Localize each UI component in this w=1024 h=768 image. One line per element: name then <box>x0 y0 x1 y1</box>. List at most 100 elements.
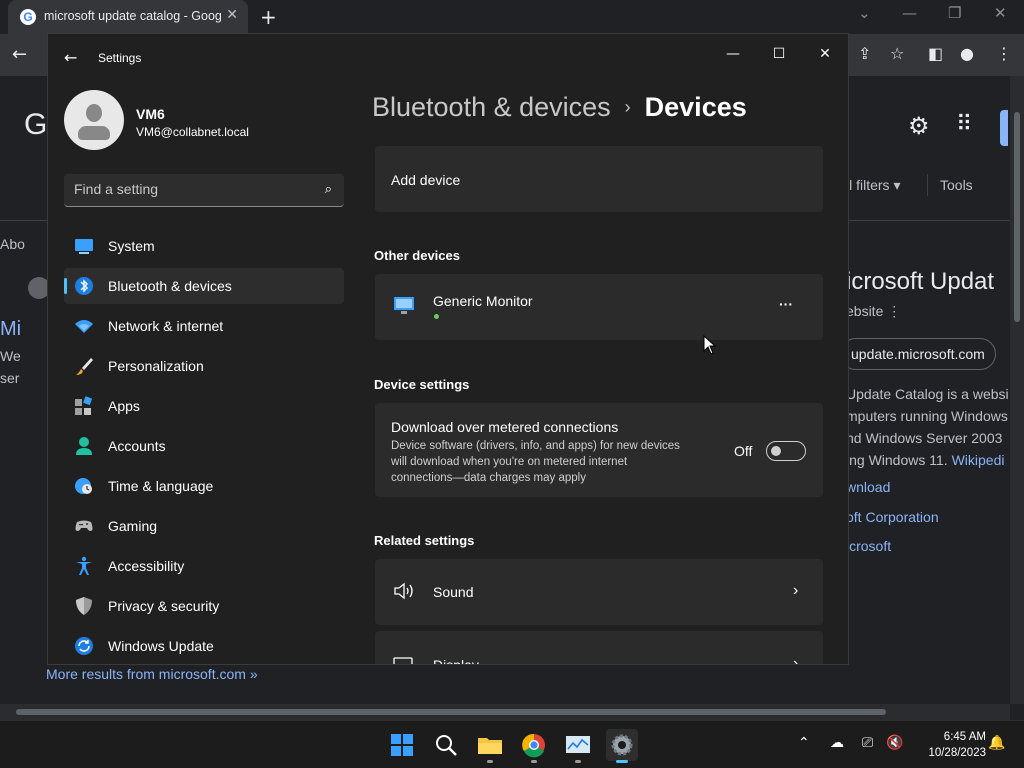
more-results-link[interactable]: More results from microsoft.com » <box>46 666 258 682</box>
clock-time: 6:45 AM <box>943 731 986 743</box>
device-settings-header: Device settings <box>374 377 470 392</box>
sidebar-item-label: System <box>108 238 155 254</box>
left-text-fragment: Abo <box>0 236 25 252</box>
chevron-up-icon[interactable]: ⌃ <box>798 735 810 751</box>
device-card-generic-monitor[interactable]: Generic Monitor ··· <box>375 274 823 340</box>
breadcrumb-parent[interactable]: Bluetooth & devices <box>372 92 611 122</box>
sidebar-item-windows-update[interactable]: Windows Update <box>64 628 344 664</box>
sidebar-item-bluetooth-devices[interactable]: Bluetooth & devices <box>64 268 344 304</box>
device-name: Generic Monitor <box>433 293 533 309</box>
tools-button[interactable]: Tools <box>940 177 973 193</box>
browser-menu-icon[interactable]: ⋮ <box>996 44 1012 63</box>
settings-search[interactable]: ⌕ <box>64 174 344 207</box>
performance-monitor-button[interactable] <box>562 729 594 763</box>
file-explorer-button[interactable] <box>474 729 506 763</box>
sidebar-item-time-language[interactable]: Time & language <box>64 468 344 504</box>
restore-browser-icon[interactable]: ❐ <box>948 4 961 22</box>
start-button[interactable] <box>386 729 418 761</box>
scrollbar-thumb[interactable] <box>1014 112 1020 322</box>
close-button[interactable]: ✕ <box>807 40 843 68</box>
vertical-scrollbar[interactable] <box>1010 76 1024 704</box>
monitor-icon <box>394 297 414 314</box>
microsoft-link[interactable]: icrosoft <box>846 538 891 554</box>
google-logo[interactable]: G <box>24 108 47 142</box>
sidebar-item-accounts[interactable]: Accounts <box>64 428 344 464</box>
metered-connections-card: Download over metered connections Device… <box>375 403 823 497</box>
speaker-icon <box>394 582 413 600</box>
sidebar-item-network[interactable]: Network & internet <box>64 308 344 344</box>
back-arrow-icon[interactable]: ← <box>64 48 77 67</box>
sidebar-item-label: Apps <box>108 398 140 414</box>
sidebar-item-system[interactable]: System <box>64 228 344 264</box>
search-input[interactable] <box>74 181 304 197</box>
bookmark-star-icon[interactable]: ☆ <box>890 44 904 63</box>
knowledge-panel-description: Update Catalog is a websi mputers runnin… <box>846 383 1016 471</box>
sidebar-item-label: Accounts <box>108 438 166 454</box>
brush-icon <box>76 358 93 375</box>
horizontal-scrollbar[interactable] <box>0 704 1010 720</box>
mouse-cursor-icon <box>703 335 717 355</box>
search-icon[interactable]: ⌕ <box>325 182 332 197</box>
desc-line: mputers running Windows <box>846 408 1008 424</box>
add-device-card[interactable]: Add device <box>375 146 823 212</box>
tab-search-icon[interactable]: ⌄ <box>858 4 871 22</box>
chevron-right-icon: › <box>793 582 799 599</box>
taskbar-search-button[interactable] <box>430 729 462 761</box>
notification-bell-icon[interactable]: 🔔 <box>988 735 1005 751</box>
sidebar-item-accessibility[interactable]: Accessibility <box>64 548 344 584</box>
side-panel-icon[interactable]: ◧ <box>928 44 943 63</box>
breadcrumb-separator: › <box>624 97 631 117</box>
left-result-link[interactable]: Mi <box>0 318 21 341</box>
network-icon[interactable]: ⎚ <box>862 735 873 751</box>
sound-link-card[interactable]: Sound › <box>375 559 823 625</box>
related-settings-header: Related settings <box>374 533 475 548</box>
desc-line: ing Windows 11. <box>846 452 948 468</box>
display-label: Display <box>433 657 479 665</box>
all-filters-button[interactable]: ll filters ▾ <box>846 177 900 194</box>
corporation-link[interactable]: oft Corporation <box>846 509 939 525</box>
running-indicator <box>531 760 537 763</box>
metered-toggle[interactable] <box>766 441 806 461</box>
sidebar-item-label: Personalization <box>108 358 204 374</box>
browser-tab[interactable]: G microsoft update catalog - Goog ✕ <box>8 0 248 34</box>
download-link[interactable]: wnload <box>846 479 890 495</box>
desc-line: nd Windows Server 2003 <box>846 430 1003 446</box>
browser-tabstrip: G microsoft update catalog - Goog ✕ + ⌄ … <box>0 0 1024 34</box>
user-email: VM6@collabnet.local <box>136 125 249 139</box>
close-tab-icon[interactable]: ✕ <box>226 7 238 23</box>
clock[interactable]: 6:45 AM 10/28/2023 <box>912 729 986 761</box>
avatar[interactable] <box>64 90 124 150</box>
more-options-button[interactable]: ··· <box>779 296 793 312</box>
sidebar-item-privacy-security[interactable]: Privacy & security <box>64 588 344 624</box>
website-chip[interactable]: update.microsoft.com <box>840 338 996 370</box>
settings-gear-icon <box>611 734 633 756</box>
apps-grid-icon[interactable]: ⠿ <box>956 112 972 137</box>
minimize-button[interactable]: — <box>715 40 751 68</box>
wikipedia-link[interactable]: Wikipedi <box>952 452 1005 468</box>
gear-icon[interactable]: ⚙ <box>908 112 930 140</box>
profile-icon[interactable]: ● <box>960 44 974 63</box>
sidebar-item-label: Privacy & security <box>108 598 220 614</box>
maximize-button[interactable]: ☐ <box>761 40 797 68</box>
close-browser-icon[interactable]: ✕ <box>994 4 1007 22</box>
scrollbar-thumb[interactable] <box>16 709 886 715</box>
cloud-icon[interactable]: ☁ <box>830 735 844 751</box>
volume-muted-icon[interactable]: 🔇 <box>886 735 903 751</box>
new-tab-button[interactable]: + <box>260 5 277 29</box>
browser-back-icon[interactable]: ← <box>12 44 27 65</box>
minimize-browser-icon[interactable]: — <box>902 4 917 22</box>
share-icon[interactable]: ⇪ <box>858 44 871 63</box>
display-link-card[interactable]: Display › <box>375 631 823 665</box>
sidebar-item-gaming[interactable]: Gaming <box>64 508 344 544</box>
knowledge-panel-title: icrosoft Updat <box>846 268 995 295</box>
display-icon <box>393 657 413 664</box>
sidebar-item-label: Bluetooth & devices <box>108 278 232 294</box>
add-device-label: Add device <box>391 172 461 188</box>
settings-button[interactable] <box>606 729 638 763</box>
user-name: VM6 <box>136 106 165 122</box>
chrome-button[interactable] <box>518 729 550 763</box>
sign-in-button[interactable] <box>1000 110 1008 146</box>
sidebar-item-apps[interactable]: Apps <box>64 388 344 424</box>
sidebar-item-personalization[interactable]: Personalization <box>64 348 344 384</box>
accounts-icon <box>76 437 92 455</box>
